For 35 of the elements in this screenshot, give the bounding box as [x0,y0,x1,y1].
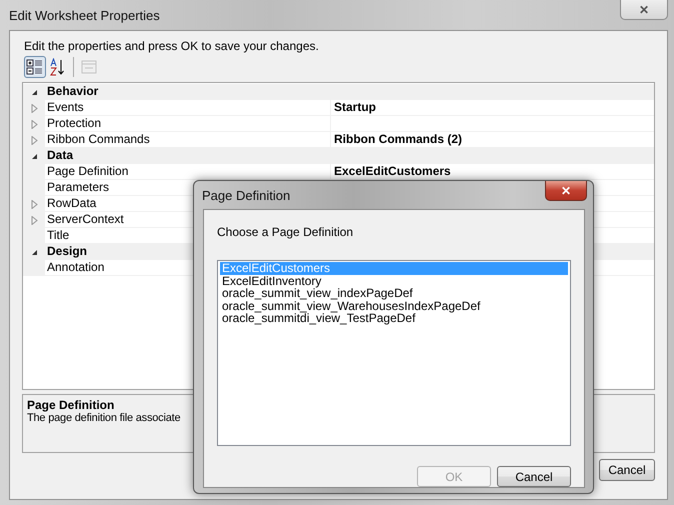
property-name[interactable]: Annotation [47,260,104,274]
collapse-icon[interactable] [30,248,38,256]
category-heading: Data [46,148,74,164]
list-item[interactable]: ExcelEditInventory [220,274,568,287]
property-row[interactable]: Protection [23,116,654,132]
close-button[interactable]: ✕ [620,0,668,20]
property-name[interactable]: Protection [47,116,102,130]
close-button[interactable]: ✕ [545,181,587,201]
collapse-icon[interactable] [30,88,38,96]
property-name[interactable]: RowData [47,196,96,210]
property-value[interactable]: ExcelEditCustomers [334,164,451,178]
instruction-text: Edit the properties and press OK to save your changes. [23,38,320,53]
property-name[interactable]: ServerContext [47,212,124,226]
cancel-button[interactable]: Cancel [497,466,571,487]
window-title: Edit Worksheet Properties [8,7,160,23]
property-value[interactable]: Ribbon Commands (2) [334,132,462,146]
prompt-label: Choose a Page Definition [217,225,354,240]
collapse-icon[interactable] [30,152,38,160]
property-value[interactable]: Startup [334,100,376,114]
property-row[interactable]: Events Startup [23,100,654,116]
list-item[interactable]: oracle_summitdi_view_TestPageDef [220,312,568,324]
property-name[interactable]: Parameters [47,180,110,194]
property-name[interactable]: Events [47,100,84,114]
property-name[interactable]: Page Definition [47,164,128,178]
property-name[interactable]: Title [47,228,70,242]
cancel-button[interactable]: Cancel [599,459,655,481]
property-name[interactable]: Ribbon Commands [47,132,150,146]
list-item[interactable]: oracle_summit_view_WarehousesIndexPageDef [220,300,568,312]
category-heading: Design [46,244,88,260]
categorized-button[interactable] [24,56,46,78]
description-text: The page definition file associate [27,412,182,424]
category-heading: Behavior [46,84,98,100]
description-title: Page Definition [27,398,116,412]
list-item[interactable]: oracle_summit_view_indexPageDef [220,287,568,300]
dialog-title: Page Definition [201,187,290,203]
